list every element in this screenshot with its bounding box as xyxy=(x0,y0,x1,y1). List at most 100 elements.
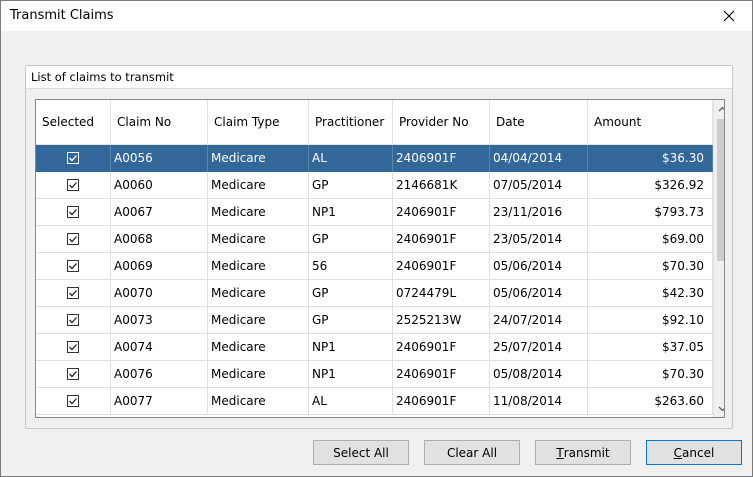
checkmark-icon xyxy=(69,344,77,351)
cell-provider-no: 2406901F xyxy=(393,334,490,361)
scroll-up-button[interactable] xyxy=(714,100,724,117)
cancel-button[interactable]: Cancel xyxy=(646,440,742,465)
cell-provider-no: 2146681K xyxy=(393,172,490,199)
selected-checkbox-cell[interactable] xyxy=(36,226,111,253)
table-row[interactable]: A0067 Medicare NP1 2406901F 23/11/2016 $793.7… xyxy=(36,199,713,226)
checkmark-icon xyxy=(69,290,77,297)
cell-date: 23/11/2016 xyxy=(490,199,588,226)
table-row[interactable]: A0068 Medicare GP 2406901F 23/05/2014 $69.00 xyxy=(36,226,713,253)
column-header-selected[interactable]: Selected xyxy=(36,100,111,144)
cell-provider-no: 2406901F xyxy=(393,199,490,226)
cell-claim-type: Medicare xyxy=(208,334,309,361)
claims-grid[interactable]: Selected Claim No Claim Type Practitione… xyxy=(35,99,725,418)
cancel-label: ancel xyxy=(682,445,715,460)
group-title: List of claims to transmit xyxy=(31,70,174,84)
cell-claim-type: Medicare xyxy=(208,199,309,226)
checkmark-icon xyxy=(69,209,77,216)
selected-checkbox-cell[interactable] xyxy=(36,280,111,307)
selected-checkbox-cell[interactable] xyxy=(36,172,111,199)
column-header-provider-no[interactable]: Provider No xyxy=(393,100,490,144)
cell-claim-no: A0068 xyxy=(111,226,208,253)
column-header-date[interactable]: Date xyxy=(490,100,588,144)
cell-amount: $36.30 xyxy=(588,145,713,172)
selected-checkbox[interactable] xyxy=(67,368,79,380)
cell-practitioner: AL xyxy=(309,145,393,172)
cell-claim-no: A0069 xyxy=(111,253,208,280)
table-row[interactable]: A0074 Medicare NP1 2406901F 25/07/2014 $37.05 xyxy=(36,334,713,361)
selected-checkbox-cell[interactable] xyxy=(36,199,111,226)
table-row[interactable]: A0070 Medicare GP 0724479L 05/06/2014 $42.30 xyxy=(36,280,713,307)
cell-date: 07/05/2014 xyxy=(490,172,588,199)
title-bar: Transmit Claims xyxy=(1,1,752,31)
cell-provider-no: 0724479L xyxy=(393,280,490,307)
column-header-amount[interactable]: Amount xyxy=(588,100,713,144)
table-row[interactable]: A0056 Medicare AL 2406901F 04/04/2014 $36.30 xyxy=(36,145,713,172)
cell-date: 04/04/2014 xyxy=(490,145,588,172)
selected-checkbox-cell[interactable] xyxy=(36,307,111,334)
cell-provider-no: 2406901F xyxy=(393,145,490,172)
scroll-down-button[interactable] xyxy=(714,400,724,417)
selected-checkbox[interactable] xyxy=(67,206,79,218)
cell-claim-no: A0067 xyxy=(111,199,208,226)
chevron-down-icon xyxy=(718,406,724,411)
selected-checkbox[interactable] xyxy=(67,260,79,272)
selected-checkbox[interactable] xyxy=(67,152,79,164)
cell-claim-no: A0056 xyxy=(111,145,208,172)
column-header-claim-type[interactable]: Claim Type xyxy=(208,100,309,144)
close-button[interactable] xyxy=(706,1,752,31)
selected-checkbox[interactable] xyxy=(67,314,79,326)
cell-practitioner: AL xyxy=(309,388,393,415)
cell-amount: $42.30 xyxy=(588,280,713,307)
clear-all-button[interactable]: Clear All xyxy=(424,440,520,465)
transmit-label: ransmit xyxy=(563,445,610,460)
cell-practitioner: NP1 xyxy=(309,361,393,388)
cell-amount: $92.10 xyxy=(588,307,713,334)
cell-practitioner: NP1 xyxy=(309,334,393,361)
checkmark-icon xyxy=(69,263,77,270)
table-row[interactable]: A0060 Medicare GP 2146681K 07/05/2014 $326.92 xyxy=(36,172,713,199)
column-header-practitioner[interactable]: Practitioner xyxy=(309,100,393,144)
selected-checkbox-cell[interactable] xyxy=(36,334,111,361)
cell-amount: $70.30 xyxy=(588,361,713,388)
selected-checkbox[interactable] xyxy=(67,179,79,191)
cell-amount: $37.05 xyxy=(588,334,713,361)
scroll-thumb[interactable] xyxy=(717,119,724,261)
selected-checkbox-cell[interactable] xyxy=(36,361,111,388)
column-header-claim-no[interactable]: Claim No xyxy=(111,100,208,144)
grid-body: A0056 Medicare AL 2406901F 04/04/2014 $36.30 A… xyxy=(36,145,713,415)
cell-claim-no: A0073 xyxy=(111,307,208,334)
selected-checkbox[interactable] xyxy=(67,233,79,245)
vertical-scrollbar[interactable] xyxy=(713,100,724,417)
cell-claim-no: A0077 xyxy=(111,388,208,415)
selected-checkbox[interactable] xyxy=(67,341,79,353)
selected-checkbox[interactable] xyxy=(67,395,79,407)
cell-claim-no: A0076 xyxy=(111,361,208,388)
cell-practitioner: GP xyxy=(309,172,393,199)
cell-date: 05/06/2014 xyxy=(490,280,588,307)
table-row[interactable]: A0069 Medicare 56 2406901F 05/06/2014 $70.30 xyxy=(36,253,713,280)
transmit-button[interactable]: Transmit xyxy=(535,440,631,465)
cell-claim-no: A0070 xyxy=(111,280,208,307)
checkmark-icon xyxy=(69,317,77,324)
table-row[interactable]: A0077 Medicare AL 2406901F 11/08/2014 $263.60 xyxy=(36,388,713,415)
table-row[interactable]: A0073 Medicare GP 2525213W 24/07/2014 $92.10 xyxy=(36,307,713,334)
checkmark-icon xyxy=(69,155,77,162)
cell-date: 05/08/2014 xyxy=(490,361,588,388)
claims-group: List of claims to transmit Selected Clai… xyxy=(25,65,733,429)
cancel-mnemonic: C xyxy=(673,445,683,460)
selected-checkbox-cell[interactable] xyxy=(36,253,111,280)
cell-claim-type: Medicare xyxy=(208,361,309,388)
selected-checkbox-cell[interactable] xyxy=(36,388,111,415)
cell-practitioner: 56 xyxy=(309,253,393,280)
close-icon xyxy=(723,10,735,22)
checkmark-icon xyxy=(69,398,77,405)
table-row[interactable]: A0076 Medicare NP1 2406901F 05/08/2014 $70.30 xyxy=(36,361,713,388)
selected-checkbox[interactable] xyxy=(67,287,79,299)
cell-date: 24/07/2014 xyxy=(490,307,588,334)
select-all-button[interactable]: Select All xyxy=(313,440,409,465)
chevron-up-icon xyxy=(718,106,724,111)
cell-provider-no: 2406901F xyxy=(393,361,490,388)
cell-claim-no: A0060 xyxy=(111,172,208,199)
group-header: List of claims to transmit xyxy=(26,66,732,89)
selected-checkbox-cell[interactable] xyxy=(36,145,111,172)
